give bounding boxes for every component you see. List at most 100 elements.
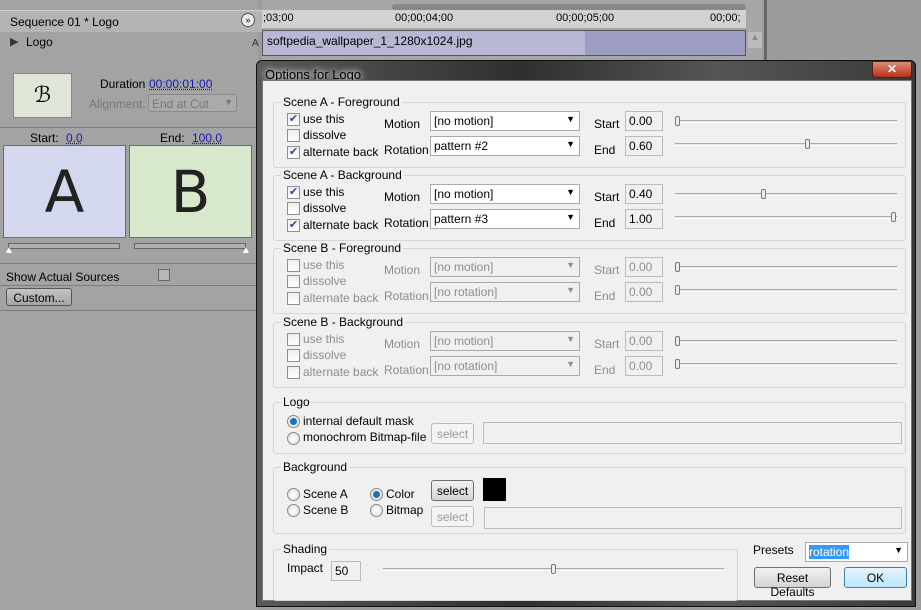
alignment-label: Alignment: xyxy=(89,97,146,111)
panel-menu-icon[interactable]: » xyxy=(241,13,255,27)
bg-scene-b-label: Scene B xyxy=(303,503,349,517)
expand-triangle-icon[interactable]: ▶ xyxy=(10,35,18,48)
end-slider[interactable] xyxy=(134,243,246,249)
start-value[interactable]: 0.00 xyxy=(625,331,663,351)
alternate-back-label: alternate back xyxy=(303,145,379,159)
close-icon[interactable]: ✕ xyxy=(872,61,912,78)
motion-value: [no motion] xyxy=(434,187,494,201)
start-slider-thumb[interactable] xyxy=(675,262,680,272)
use-this-checkbox[interactable] xyxy=(287,333,300,346)
rotation-value: [no rotation] xyxy=(434,285,498,299)
scene-group-title: Scene B - Foreground xyxy=(281,241,404,255)
start-slider-thumb[interactable] xyxy=(675,116,680,126)
alternate-back-checkbox[interactable]: ✔ xyxy=(287,146,300,159)
rotation-dropdown[interactable]: pattern #3 ▼ xyxy=(430,209,580,229)
bitmap-file-radio[interactable] xyxy=(287,432,300,445)
start-value[interactable]: 0.0 xyxy=(66,131,83,145)
end-slider-thumb[interactable] xyxy=(675,285,680,295)
start-slider[interactable] xyxy=(675,340,897,343)
start-slider-handle[interactable]: ▲ xyxy=(4,245,14,256)
bg-color-select-button[interactable]: select xyxy=(431,480,474,501)
end-slider[interactable] xyxy=(675,363,897,366)
start-value[interactable]: 0.00 xyxy=(625,257,663,277)
end-value[interactable]: 0.60 xyxy=(625,136,663,156)
motion-dropdown[interactable]: [no motion] ▼ xyxy=(430,331,580,351)
custom-button[interactable]: Custom... xyxy=(6,288,72,306)
end-value[interactable]: 0.00 xyxy=(625,356,663,376)
start-label: Start xyxy=(594,337,620,351)
end-slider[interactable] xyxy=(675,289,897,292)
end-slider-thumb[interactable] xyxy=(891,212,896,222)
background-group-title: Background xyxy=(281,460,350,474)
impact-value[interactable]: 50 xyxy=(331,561,361,581)
start-slider-thumb[interactable] xyxy=(675,336,680,346)
dissolve-checkbox[interactable] xyxy=(287,202,300,215)
rotation-dropdown[interactable]: [no rotation] ▼ xyxy=(430,356,580,376)
logo-file-field[interactable] xyxy=(483,422,902,444)
bg-bitmap-select-button[interactable]: select xyxy=(431,506,474,527)
time-ruler[interactable]: ;03;00 00;00;04;00 00;00;05;00 00;00; xyxy=(262,10,746,28)
end-slider-thumb[interactable] xyxy=(675,359,680,369)
duration-value[interactable]: 00:00:01:00 xyxy=(149,77,212,91)
end-slider[interactable] xyxy=(675,216,897,219)
scene-b-preview: B xyxy=(129,145,252,238)
use-this-checkbox[interactable]: ✔ xyxy=(287,186,300,199)
start-slider[interactable] xyxy=(675,120,897,123)
rotation-dropdown[interactable]: pattern #2 ▼ xyxy=(430,136,580,156)
chevron-down-icon: ▼ xyxy=(566,212,575,222)
reset-defaults-button[interactable]: Reset Defaults xyxy=(754,567,831,599)
motion-dropdown[interactable]: [no motion] ▼ xyxy=(430,111,580,131)
bg-bitmap-radio[interactable] xyxy=(370,504,383,517)
end-label: End xyxy=(594,289,616,303)
end-value[interactable]: 0.00 xyxy=(625,282,663,302)
chevron-down-icon: ▼ xyxy=(566,260,575,270)
end-label: End xyxy=(594,216,616,230)
start-value[interactable]: 0.40 xyxy=(625,184,663,204)
end-slider-thumb[interactable] xyxy=(804,139,810,149)
scene-group-title: Scene A - Background xyxy=(281,168,404,182)
motion-value: [no motion] xyxy=(434,114,494,128)
bg-color-radio[interactable] xyxy=(370,488,383,501)
start-slider-thumb[interactable] xyxy=(761,189,767,199)
alternate-back-checkbox[interactable] xyxy=(287,366,300,379)
divider xyxy=(0,127,258,128)
start-value[interactable]: 0.00 xyxy=(625,111,663,131)
start-slider[interactable] xyxy=(8,243,120,249)
start-slider[interactable] xyxy=(675,193,897,196)
use-this-checkbox[interactable] xyxy=(287,259,300,272)
end-slider[interactable] xyxy=(675,143,897,146)
logo-select-button[interactable]: select xyxy=(431,423,474,444)
alternate-back-checkbox[interactable] xyxy=(287,292,300,305)
motion-dropdown[interactable]: [no motion] ▼ xyxy=(430,257,580,277)
dissolve-checkbox[interactable] xyxy=(287,349,300,362)
end-value[interactable]: 1.00 xyxy=(625,209,663,229)
internal-mask-radio[interactable] xyxy=(287,415,300,428)
dissolve-checkbox[interactable] xyxy=(287,275,300,288)
alternate-back-checkbox[interactable]: ✔ xyxy=(287,219,300,232)
bg-bitmap-file-field[interactable] xyxy=(484,507,902,529)
start-slider[interactable] xyxy=(675,266,897,269)
use-this-checkbox[interactable]: ✔ xyxy=(287,113,300,126)
end-slider-handle[interactable]: ▲ xyxy=(241,245,251,256)
ruler-tick: 00;00;04;00 xyxy=(395,12,454,24)
end-label: End xyxy=(594,363,616,377)
motion-dropdown[interactable]: [no motion] ▼ xyxy=(430,184,580,204)
scene-group: Scene A - Background ✔ use this dissolve… xyxy=(273,168,906,241)
presets-dropdown[interactable]: rotation ▼ xyxy=(805,542,908,562)
bg-color-swatch[interactable] xyxy=(483,478,506,501)
panel-tab[interactable]: Sequence 01 * Logo » xyxy=(0,10,262,32)
bitmap-file-label: monochrom Bitmap-file xyxy=(303,430,427,444)
dissolve-checkbox[interactable] xyxy=(287,129,300,142)
motion-label: Motion xyxy=(384,117,421,131)
end-value[interactable]: 100.0 xyxy=(192,131,222,145)
background-group: Background Scene A Scene B Color Bitmap … xyxy=(273,460,906,534)
internal-mask-label: internal default mask xyxy=(303,414,414,428)
impact-slider-thumb[interactable] xyxy=(550,564,556,574)
bg-scene-a-radio[interactable] xyxy=(287,488,300,501)
bg-scene-b-radio[interactable] xyxy=(287,504,300,517)
ok-button[interactable]: OK xyxy=(844,567,907,588)
dissolve-label: dissolve xyxy=(303,201,347,215)
rotation-dropdown[interactable]: [no rotation] ▼ xyxy=(430,282,580,302)
show-sources-checkbox[interactable] xyxy=(158,269,170,281)
scroll-up-icon[interactable]: ▲ xyxy=(748,32,762,48)
